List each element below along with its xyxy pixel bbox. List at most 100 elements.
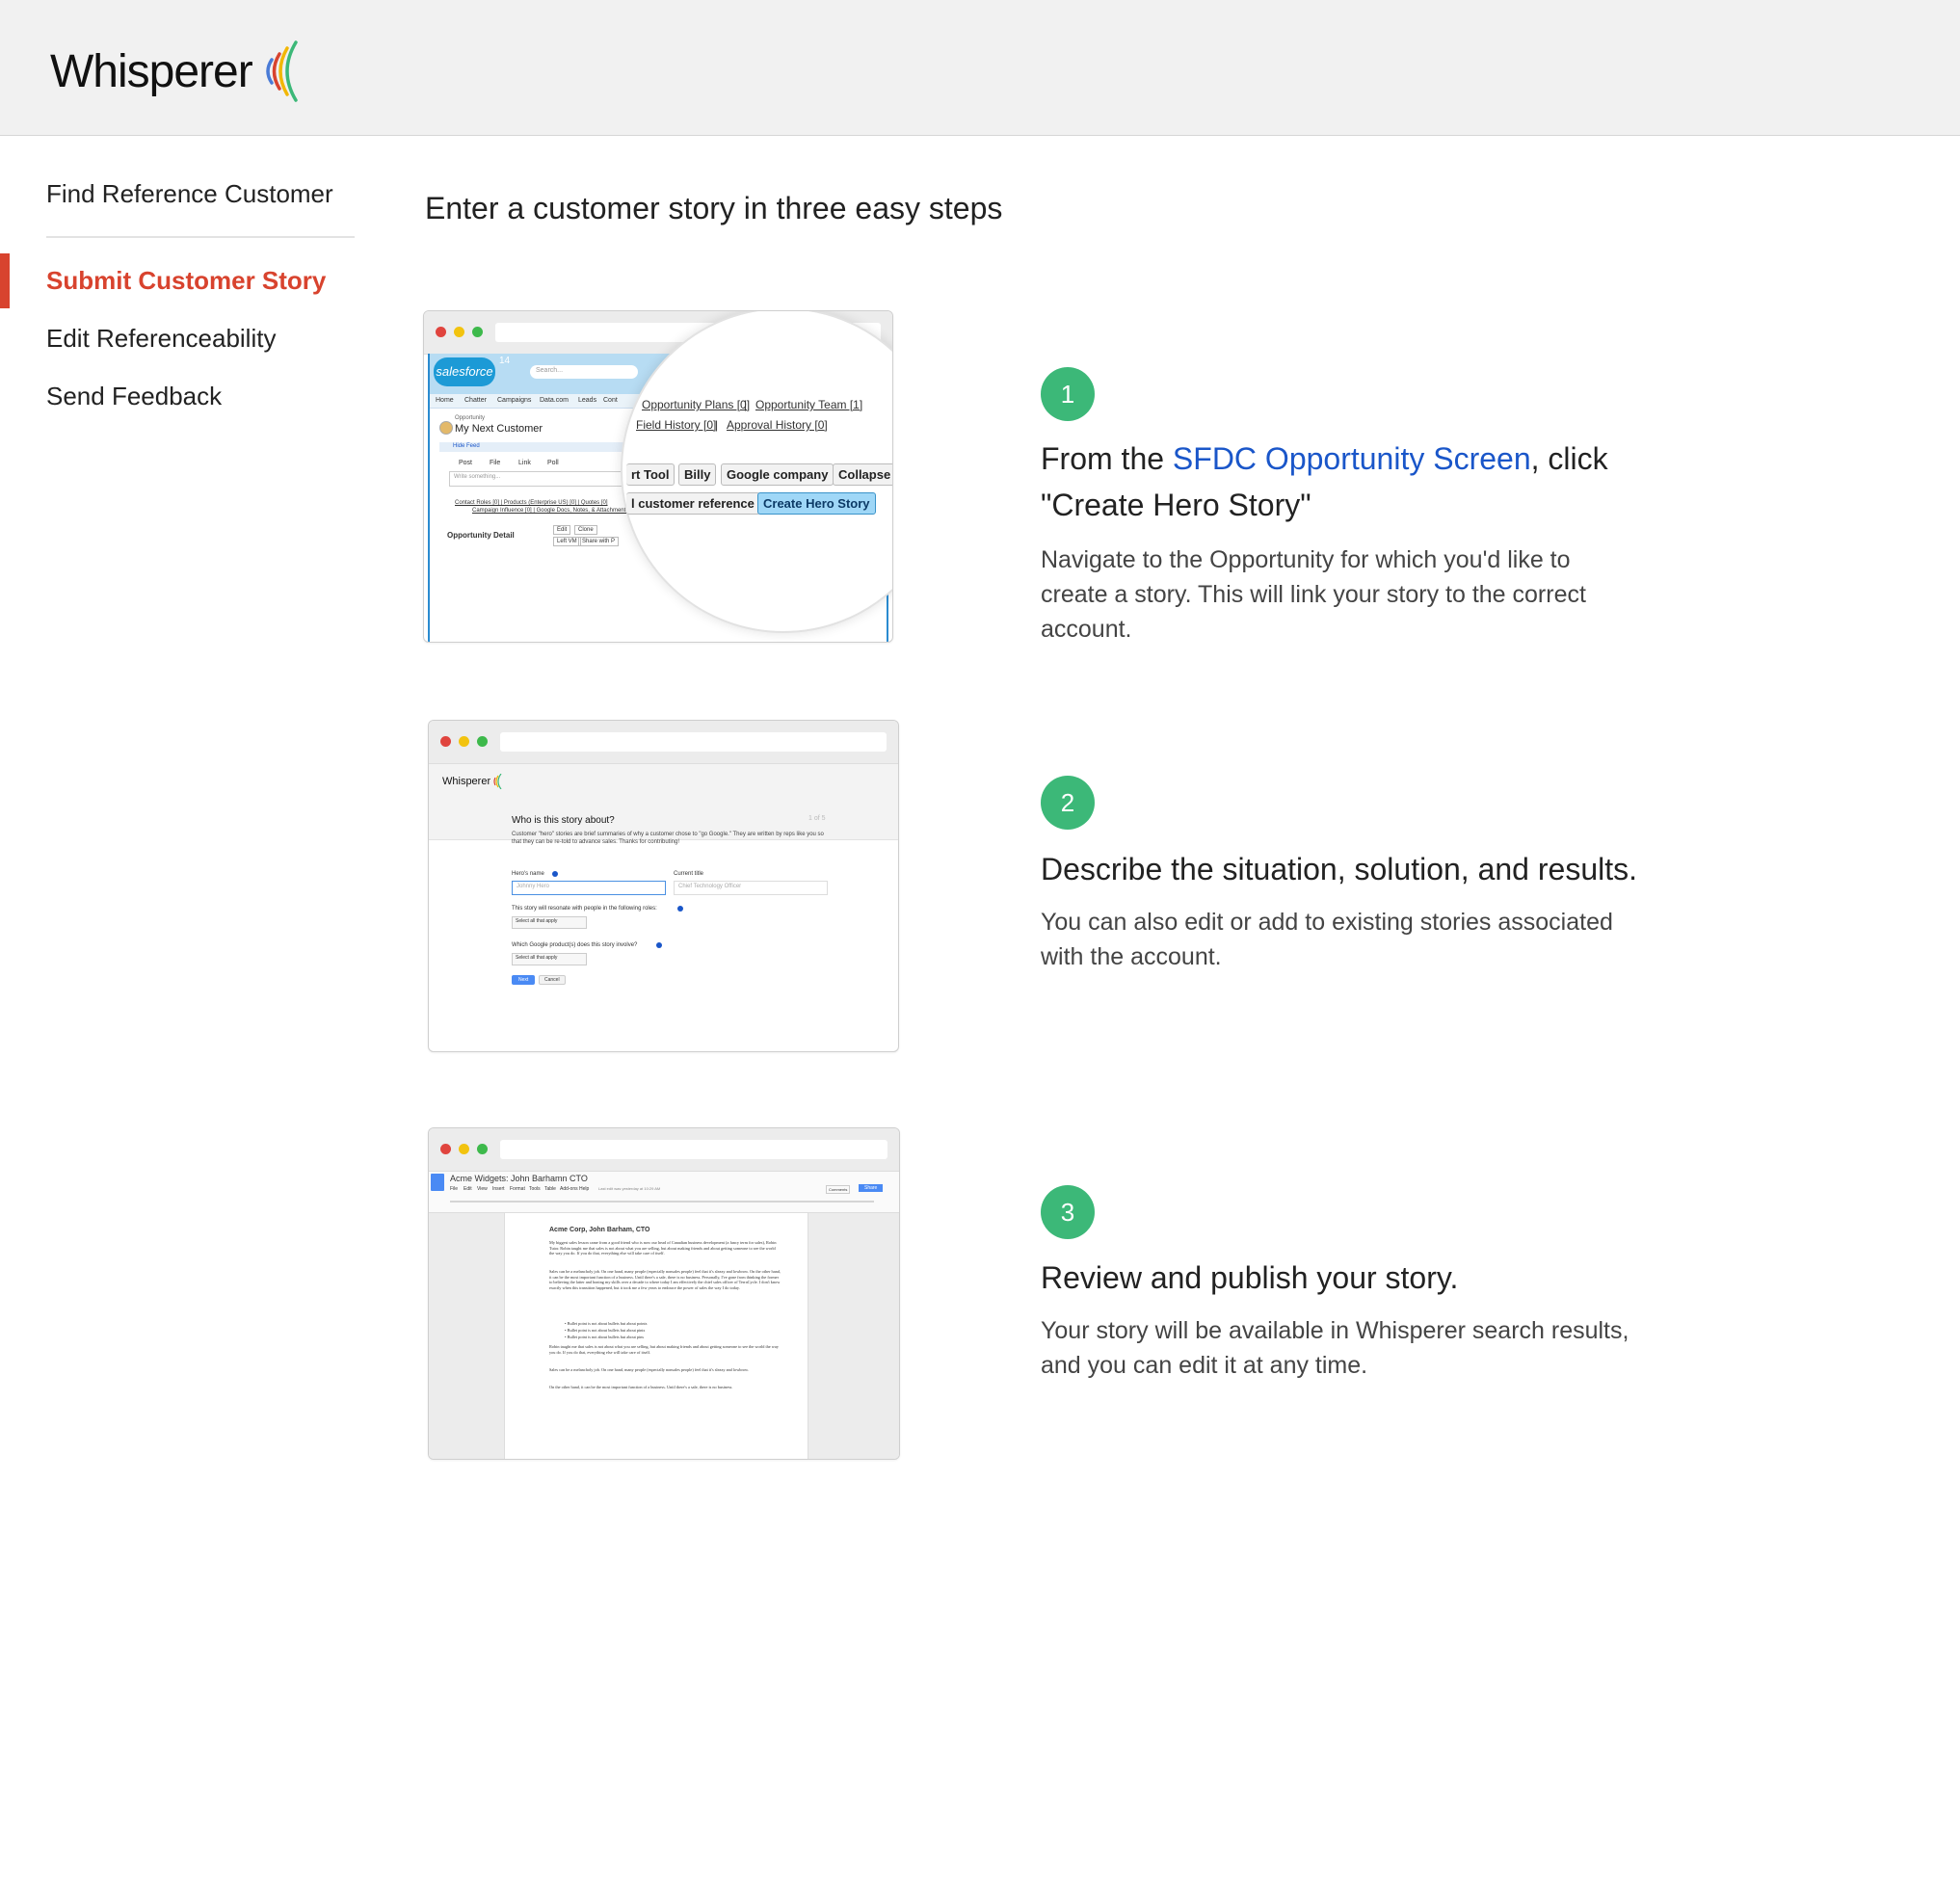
next-button[interactable]: Next	[512, 975, 536, 985]
opportunity-detail-label: Opportunity Detail	[447, 531, 515, 540]
customer-reference-button[interactable]: l customer reference	[626, 492, 760, 515]
cancel-button[interactable]: Cancel	[539, 975, 566, 985]
doc-menu-edit[interactable]: Edit	[464, 1186, 472, 1192]
field-history-link[interactable]: Field History [0]	[636, 418, 716, 432]
sidebar-item-send-feedback[interactable]: Send Feedback	[46, 382, 222, 411]
doc-paragraph: Sales can be a melancholy job. On one ha…	[549, 1269, 781, 1290]
feed-link[interactable]: Link	[518, 460, 531, 466]
link-separator: |	[744, 398, 748, 411]
products-label: Which Google product(s) does this story …	[512, 942, 638, 948]
sfdc-nav-datacom[interactable]: Data.com	[540, 397, 569, 404]
browser-titlebar-3	[429, 1128, 899, 1172]
doc-menu-help[interactable]: Help	[579, 1186, 589, 1192]
doc-menu-view[interactable]: View	[477, 1186, 488, 1192]
minimize-dot-icon	[454, 327, 464, 337]
products-select-value: Select all that apply	[516, 955, 558, 961]
doc-title[interactable]: Acme Widgets: John Barhamn CTO	[450, 1174, 588, 1183]
related-links-row-1[interactable]: Contact Roles [0] | Products (Enterprise…	[455, 500, 608, 506]
comments-button[interactable]: Comments	[826, 1185, 851, 1194]
step-3-description: Your story will be available in Whispere…	[1041, 1317, 1629, 1379]
salesforce-logo: salesforce	[434, 357, 495, 386]
sfdc-nav-campaigns[interactable]: Campaigns	[497, 397, 531, 404]
step-2-description: You can also edit or add to existing sto…	[1041, 909, 1613, 970]
opportunity-icon	[439, 421, 453, 435]
products-select[interactable]: Select all that apply	[512, 953, 587, 965]
active-indicator	[0, 253, 10, 308]
doc-menu-format[interactable]: Format	[510, 1186, 525, 1192]
doc-bullet-item: • Bullet point is not about bullets but …	[565, 1321, 648, 1326]
sidebar-item-edit-referenceability[interactable]: Edit Referenceability	[46, 324, 276, 354]
doc-menu-file[interactable]: File	[450, 1186, 458, 1192]
feed-input[interactable]: Write something...	[449, 471, 634, 487]
form-logo-text: Whisperer	[442, 776, 491, 787]
roles-select[interactable]: Select all that apply	[512, 916, 587, 929]
billy-button[interactable]: Billy	[678, 463, 717, 486]
maximize-dot-icon	[477, 1144, 488, 1154]
help-icon[interactable]	[677, 906, 683, 912]
sfdc-nav-leads[interactable]: Leads	[578, 397, 596, 404]
approval-history-link[interactable]: Approval History [0]	[727, 418, 828, 432]
doc-menu-addons[interactable]: Add-ons	[560, 1186, 578, 1192]
doc-bullet-text: Bullet point is not about bullets but ab…	[567, 1321, 648, 1326]
doc-toolbar: Acme Widgets: John Barhamn CTO File Edit…	[429, 1172, 899, 1213]
create-hero-story-button[interactable]: Create Hero Story	[757, 492, 876, 515]
close-dot-icon	[440, 736, 451, 747]
related-links-row-2[interactable]: Campaign Influence [0] | Google Docs, No…	[472, 508, 628, 514]
logo-text: Whisperer	[50, 45, 253, 97]
doc-bullet-item: • Bullet point is not about bullets but …	[565, 1335, 645, 1339]
tool-button[interactable]: rt Tool	[626, 463, 675, 486]
sfdc-record-name: My Next Customer	[455, 423, 543, 435]
sidebar-item-find-reference-customer[interactable]: Find Reference Customer	[46, 179, 333, 209]
sfdc-badge: 14	[499, 356, 511, 366]
hero-name-input[interactable]: Johnny Hero	[512, 881, 666, 895]
story-form-screenshot: Whisperer Who is this story about? 1 of …	[428, 720, 899, 1052]
doc-menu-tools[interactable]: Tools	[529, 1186, 541, 1192]
collapse-all-button[interactable]: Collapse all	[833, 463, 892, 486]
feed-file[interactable]: File	[490, 460, 500, 466]
maximize-dot-icon	[472, 327, 483, 337]
current-title-input[interactable]: Chief Technology Officer	[674, 881, 828, 895]
help-icon[interactable]	[552, 871, 558, 877]
sfdc-clone-button[interactable]: Clone	[574, 525, 597, 535]
sfdc-search[interactable]: Search...	[530, 365, 638, 379]
opportunity-plans-link[interactable]: Opportunity Plans [0]	[642, 398, 750, 411]
doc-canvas: Acme Corp, John Barham, CTO My biggest s…	[429, 1213, 899, 1459]
format-toolbar[interactable]	[450, 1201, 874, 1203]
sfdc-nav-chatter[interactable]: Chatter	[464, 397, 487, 404]
doc-menu-table[interactable]: Table	[544, 1186, 556, 1192]
docs-icon	[431, 1174, 444, 1191]
step-3-badge: 3	[1041, 1185, 1095, 1239]
form-heading: Who is this story about?	[512, 815, 615, 826]
feed-post[interactable]: Post	[459, 460, 472, 466]
sfdc-record-type: Opportunity	[455, 415, 486, 421]
sfdc-edit-button[interactable]: Edit	[553, 525, 571, 535]
doc-page[interactable]: Acme Corp, John Barham, CTO My biggest s…	[504, 1213, 808, 1459]
step-1-badge: 1	[1041, 367, 1095, 421]
sfdc-hide-feed[interactable]: Hide Feed	[439, 442, 632, 452]
sfdc-nav-contacts[interactable]: Cont	[603, 397, 618, 404]
google-company-button[interactable]: Google company	[721, 463, 834, 486]
browser-titlebar-2	[429, 721, 898, 764]
sfdc-opportunity-screen-link[interactable]: SFDC Opportunity Screen	[1173, 441, 1531, 476]
sfdc-search-placeholder: Search...	[536, 367, 564, 374]
doc-menu-insert[interactable]: Insert	[492, 1186, 505, 1192]
minimize-dot-icon	[459, 736, 469, 747]
feed-poll[interactable]: Poll	[547, 460, 559, 466]
whisperer-logo[interactable]: Whisperer	[50, 40, 305, 102]
doc-bullet-text: Bullet point is not about bullets but ab…	[567, 1328, 646, 1333]
roles-label: This story will resonate with people in …	[512, 906, 657, 912]
sfdc-share-button[interactable]: Share with P	[578, 537, 620, 546]
share-button[interactable]: Share	[859, 1184, 884, 1192]
step-1-description: Navigate to the Opportunity for which yo…	[1041, 546, 1586, 643]
sidebar-divider	[46, 236, 355, 238]
sidebar-item-submit-customer-story[interactable]: Submit Customer Story	[46, 266, 326, 296]
doc-bullet-item: • Bullet point is not about bullets but …	[565, 1328, 646, 1333]
hero-name-placeholder: Johnny Hero	[516, 884, 550, 889]
close-dot-icon	[436, 327, 446, 337]
step-2-badge: 2	[1041, 776, 1095, 830]
sfdc-leftvm-button[interactable]: Left VM	[553, 537, 581, 546]
opportunity-team-link[interactable]: Opportunity Team [1]	[755, 398, 862, 411]
maximize-dot-icon	[477, 736, 488, 747]
sfdc-nav-home[interactable]: Home	[436, 397, 454, 404]
help-icon[interactable]	[656, 942, 662, 948]
